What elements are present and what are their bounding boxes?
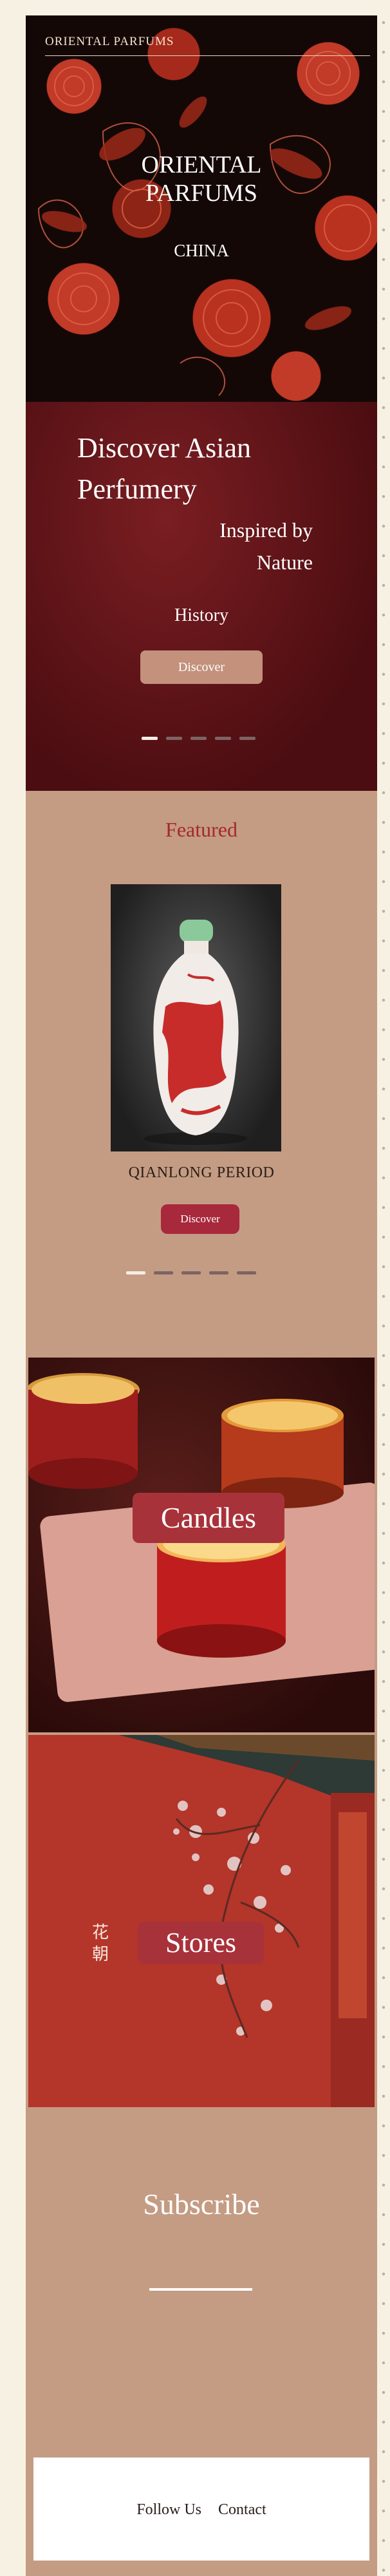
slider-subtitle: Inspired by Nature (120, 514, 313, 578)
subscribe-title: Subscribe (143, 2188, 260, 2221)
chinese-calligraphy: 花朝 (91, 1923, 109, 1964)
bottle-illustration (144, 920, 247, 1145)
footer-links: Follow Us Contact (33, 2501, 369, 2519)
subscribe-divider (149, 2288, 252, 2291)
hero-title-line1: ORIENTAL (141, 151, 262, 178)
stores-photo (118, 1735, 375, 2107)
footer: Follow Us Contact (33, 2458, 369, 2561)
hero-banner: ORIENTAL PARFUMS ORIENTAL PARFUMS CHINA (26, 15, 377, 402)
hero-subtitle: CHINA (174, 241, 229, 260)
slider-indicator[interactable] (215, 737, 231, 740)
featured-indicators (126, 1271, 256, 1274)
candles-label[interactable]: Candles (133, 1493, 284, 1543)
product-name: QIANLONG PERIOD (128, 1164, 275, 1181)
slider-indicator[interactable] (239, 737, 255, 740)
floral-pattern (37, 51, 371, 396)
intro-slider: Discover Asian Perfumery Inspired by Nat… (26, 402, 377, 791)
header-divider (45, 55, 370, 56)
follow-us-link[interactable]: Follow Us (136, 2501, 201, 2518)
product-discover-button[interactable]: Discover (161, 1204, 239, 1234)
featured-title: Featured (165, 818, 237, 841)
contact-link[interactable]: Contact (218, 2501, 266, 2518)
candles-tile[interactable]: Candles (28, 1358, 375, 1732)
featured-indicator[interactable] (126, 1271, 145, 1274)
slider-indicator[interactable] (190, 737, 207, 740)
featured-indicator[interactable] (154, 1271, 173, 1274)
slider-indicator[interactable] (142, 737, 158, 740)
discover-button[interactable]: Discover (140, 650, 263, 684)
stores-tile[interactable]: 花朝 Stores (28, 1735, 375, 2107)
slider-indicator[interactable] (166, 737, 182, 740)
featured-section: Featured QIANLONG PERIOD Discover (26, 791, 377, 1351)
snuff-bottle-image[interactable] (111, 884, 281, 1151)
candles-photo (28, 1373, 375, 1702)
slider-subtitle-line1: Inspired by (219, 518, 313, 542)
hero-title: ORIENTAL PARFUMS (26, 151, 377, 207)
slider-indicators (142, 737, 255, 740)
slider-subtitle-line2: Nature (256, 551, 313, 574)
hero-title-line2: PARFUMS (145, 180, 257, 207)
featured-indicator[interactable] (209, 1271, 228, 1274)
featured-indicator[interactable] (237, 1271, 256, 1274)
featured-indicator[interactable] (181, 1271, 201, 1274)
history-link[interactable]: History (26, 605, 377, 626)
slider-title: Discover Asian Perfumery (77, 432, 252, 505)
site-brand[interactable]: ORIENTAL PARFUMS (45, 35, 174, 49)
stores-label[interactable]: Stores (138, 1922, 264, 1964)
